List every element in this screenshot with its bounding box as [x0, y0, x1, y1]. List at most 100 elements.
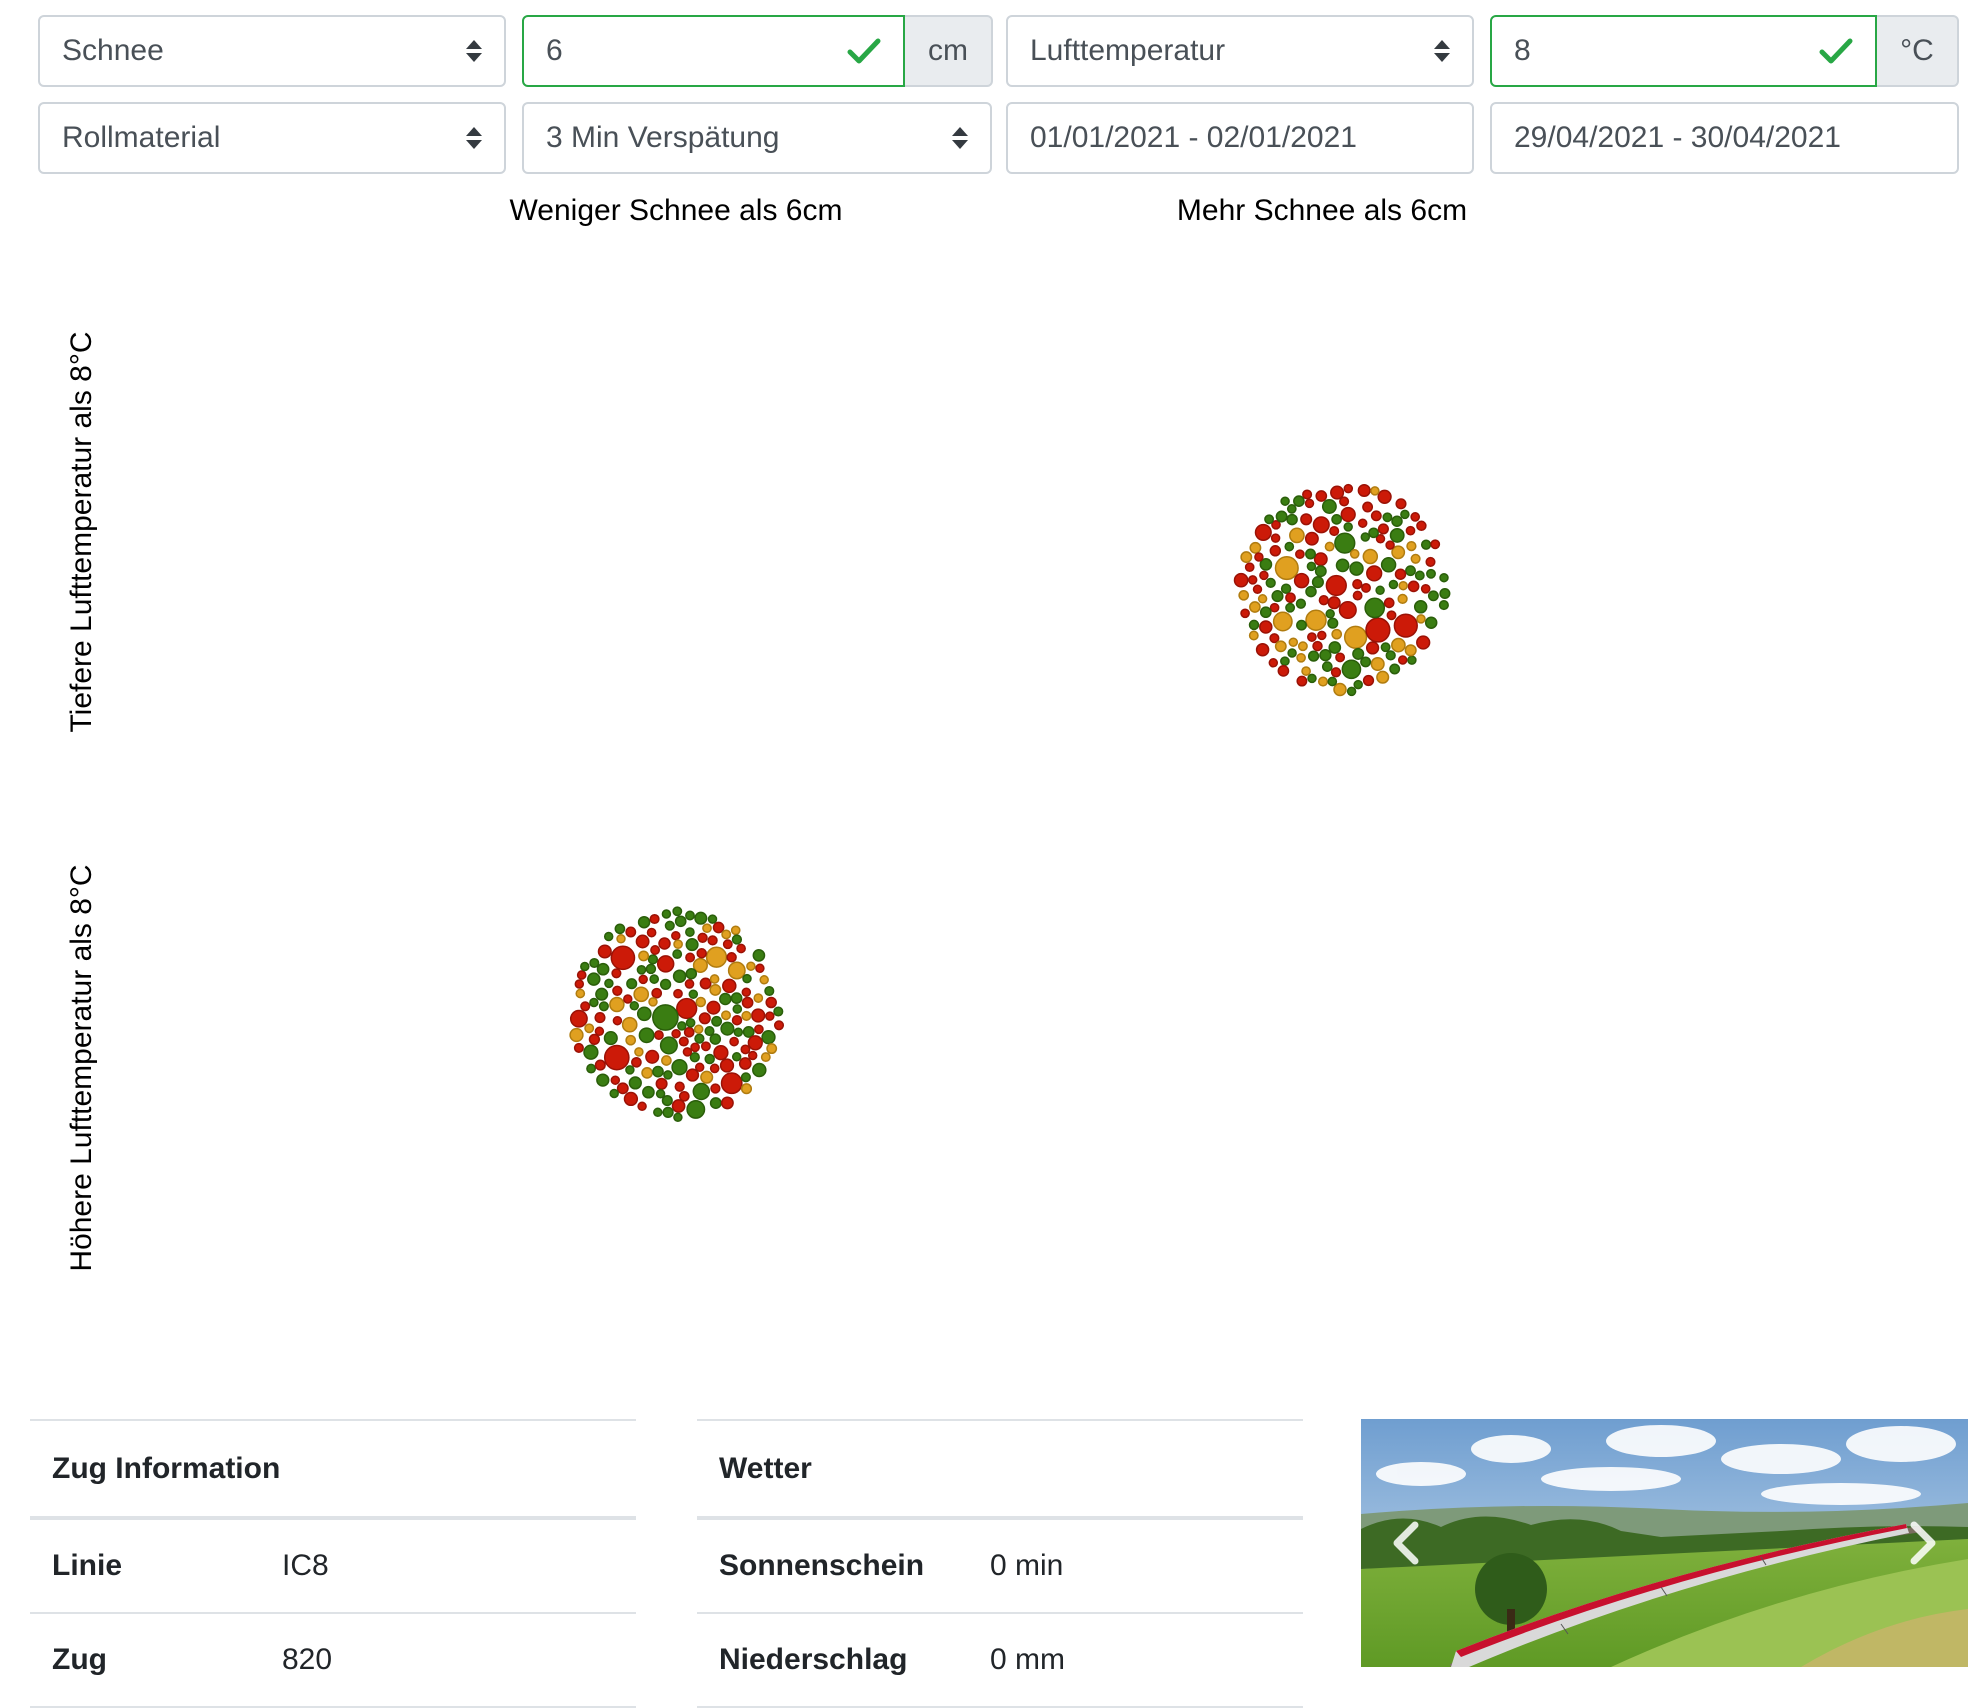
data-bubble[interactable]	[766, 1043, 778, 1055]
data-bubble[interactable]	[663, 1070, 673, 1080]
data-bubble[interactable]	[740, 1044, 751, 1055]
data-bubble[interactable]	[631, 1056, 642, 1068]
data-bubble[interactable]	[1386, 610, 1397, 621]
data-bubble[interactable]	[692, 1082, 711, 1101]
data-bubble[interactable]	[1284, 541, 1295, 552]
data-bubble[interactable]	[1335, 558, 1350, 573]
data-bubble[interactable]	[655, 1089, 666, 1099]
data-bubble[interactable]	[1398, 580, 1408, 591]
data-bubble[interactable]	[616, 934, 626, 944]
data-bubble[interactable]	[1366, 565, 1383, 582]
data-bubble[interactable]	[700, 1041, 711, 1052]
data-bubble[interactable]	[614, 923, 626, 935]
data-bubble[interactable]	[625, 1065, 635, 1075]
data-bubble[interactable]	[1405, 565, 1416, 577]
data-bubble[interactable]	[1362, 548, 1379, 565]
data-bubble[interactable]	[1328, 641, 1342, 654]
data-bubble[interactable]	[1439, 587, 1451, 600]
data-bubble[interactable]	[623, 994, 633, 1004]
data-bubble[interactable]	[610, 1075, 621, 1085]
delay-select[interactable]: 3 Min Verspätung	[522, 102, 992, 174]
data-bubble[interactable]	[741, 987, 752, 997]
data-bubble[interactable]	[698, 1012, 711, 1025]
data-bubble[interactable]	[1285, 602, 1296, 613]
data-bubble[interactable]	[1365, 641, 1380, 655]
data-bubble[interactable]	[1327, 596, 1341, 610]
data-bubble[interactable]	[1255, 642, 1270, 657]
data-bubble[interactable]	[682, 1047, 693, 1057]
data-bubble[interactable]	[722, 978, 737, 994]
data-bubble[interactable]	[1329, 526, 1340, 537]
data-bubble[interactable]	[1259, 606, 1272, 619]
data-bubble[interactable]	[1357, 483, 1371, 498]
data-bubble[interactable]	[1389, 663, 1401, 675]
category-select[interactable]: Rollmaterial	[38, 102, 506, 174]
data-bubble[interactable]	[1393, 613, 1418, 638]
data-bubble[interactable]	[685, 952, 696, 963]
data-bubble[interactable]	[1271, 590, 1284, 603]
data-bubble[interactable]	[765, 1011, 775, 1021]
data-bubble[interactable]	[604, 978, 614, 989]
data-bubble[interactable]	[621, 1016, 638, 1033]
data-bubble[interactable]	[689, 1052, 700, 1063]
data-bubble[interactable]	[690, 1042, 700, 1053]
data-bubble[interactable]	[685, 938, 699, 952]
data-bubble[interactable]	[1293, 572, 1310, 589]
data-bubble[interactable]	[1425, 556, 1436, 567]
data-bubble[interactable]	[1333, 682, 1347, 697]
data-bubble[interactable]	[1247, 575, 1258, 585]
carousel-next-button[interactable]	[1878, 1419, 1968, 1667]
data-bubble[interactable]	[671, 1028, 681, 1039]
data-bubble[interactable]	[594, 1059, 606, 1071]
data-bubble[interactable]	[1249, 541, 1262, 554]
data-bubble[interactable]	[609, 1088, 619, 1099]
data-bubble[interactable]	[638, 1027, 655, 1044]
data-bubble[interactable]	[1280, 583, 1292, 594]
data-bubble[interactable]	[684, 979, 695, 989]
data-bubble[interactable]	[685, 927, 695, 937]
data-bubble[interactable]	[656, 955, 675, 973]
data-bubble[interactable]	[1420, 539, 1432, 550]
data-bubble[interactable]	[677, 1021, 687, 1031]
data-bubble[interactable]	[1406, 540, 1417, 552]
data-bubble[interactable]	[1388, 579, 1399, 590]
data-bubble[interactable]	[753, 993, 764, 1003]
data-bubble[interactable]	[1312, 640, 1323, 652]
data-bubble[interactable]	[676, 997, 698, 1020]
data-bubble[interactable]	[1340, 506, 1356, 523]
data-bubble[interactable]	[686, 1099, 706, 1119]
data-bubble[interactable]	[623, 1091, 639, 1107]
data-bubble[interactable]	[1274, 556, 1299, 581]
data-bubble[interactable]	[636, 964, 647, 975]
data-bubble[interactable]	[1427, 590, 1439, 602]
data-bubble[interactable]	[1405, 525, 1416, 536]
data-bubble[interactable]	[1335, 652, 1346, 663]
data-bubble[interactable]	[628, 1076, 642, 1090]
data-bubble[interactable]	[595, 987, 609, 1001]
data-bubble[interactable]	[1330, 667, 1342, 678]
data-bubble[interactable]	[719, 1058, 735, 1073]
data-bubble[interactable]	[594, 1012, 606, 1024]
data-bubble[interactable]	[707, 935, 718, 946]
data-bubble[interactable]	[1254, 523, 1272, 541]
data-bubble[interactable]	[761, 1030, 776, 1045]
data-bubble[interactable]	[641, 1067, 653, 1079]
data-bubble[interactable]	[1343, 522, 1353, 532]
data-bubble[interactable]	[1360, 656, 1372, 668]
data-bubble[interactable]	[658, 937, 671, 950]
data-bubble[interactable]	[1397, 655, 1408, 665]
data-bubble[interactable]	[1397, 593, 1408, 605]
data-bubble[interactable]	[646, 927, 657, 938]
data-bubble[interactable]	[580, 961, 590, 972]
data-bubble[interactable]	[594, 1026, 605, 1037]
data-bubble[interactable]	[1430, 539, 1441, 550]
data-bubble[interactable]	[672, 906, 683, 917]
data-bubble[interactable]	[697, 932, 708, 943]
data-bubble[interactable]	[709, 983, 722, 996]
data-bubble[interactable]	[773, 1006, 784, 1017]
data-bubble[interactable]	[700, 1070, 714, 1084]
data-bubble[interactable]	[610, 945, 636, 971]
data-bubble[interactable]	[752, 949, 766, 962]
data-bubble[interactable]	[710, 1083, 721, 1094]
data-bubble[interactable]	[597, 944, 612, 959]
